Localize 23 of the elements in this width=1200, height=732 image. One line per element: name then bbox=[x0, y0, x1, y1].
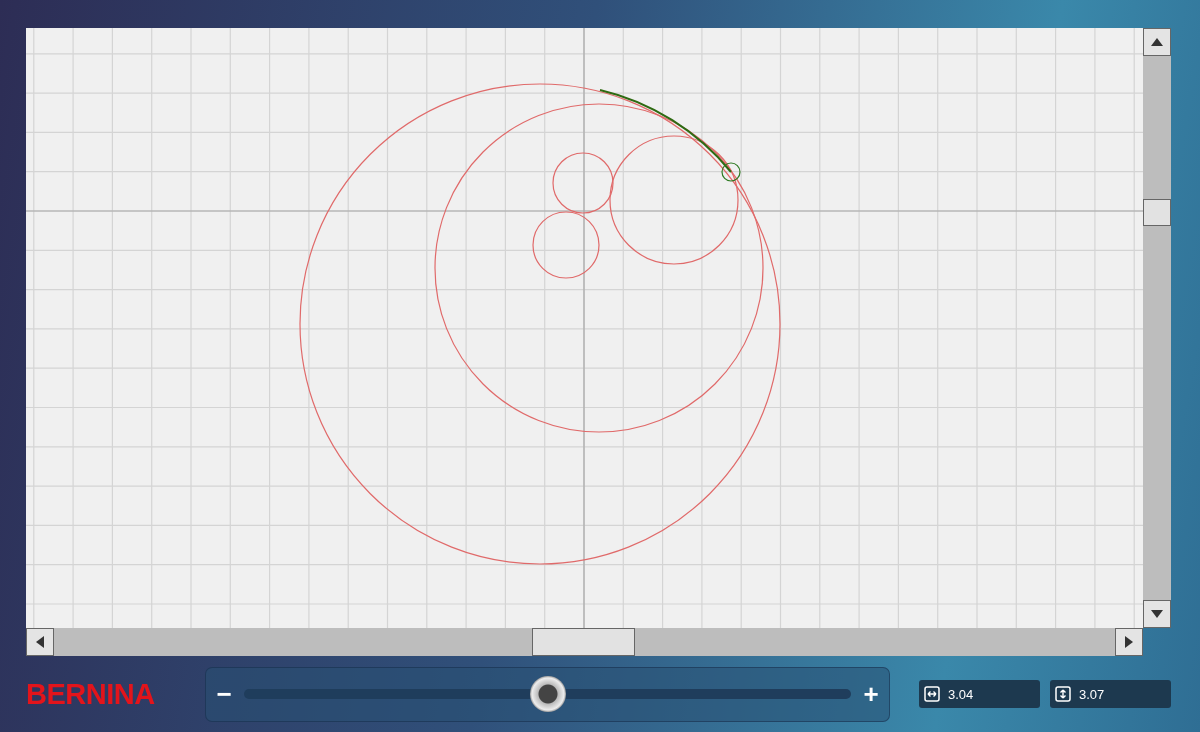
scroll-left-button[interactable] bbox=[26, 628, 54, 656]
dimension-field[interactable]: 3.07 bbox=[1050, 680, 1171, 708]
scroll-thumb[interactable] bbox=[532, 628, 635, 656]
up-arrow-icon bbox=[1151, 38, 1163, 46]
right-arrow-icon bbox=[1125, 636, 1133, 648]
horizontal-scrollbar[interactable] bbox=[26, 628, 1143, 656]
left-arrow-icon bbox=[36, 636, 44, 648]
brand-logo: BERNINA bbox=[26, 677, 156, 711]
zoom-in-button[interactable]: + bbox=[859, 678, 883, 710]
scroll-up-button[interactable] bbox=[1143, 28, 1171, 56]
slider-thumb[interactable] bbox=[529, 676, 566, 712]
needle-marker bbox=[721, 162, 741, 182]
dimension-value: 3.07 bbox=[1079, 686, 1105, 702]
scroll-thumb[interactable] bbox=[1143, 199, 1171, 226]
height-arrows-icon bbox=[1055, 686, 1071, 702]
scroll-down-button[interactable] bbox=[1143, 600, 1171, 628]
scroll-right-button[interactable] bbox=[1115, 628, 1143, 656]
dimension-field[interactable]: 3.04 bbox=[919, 680, 1040, 708]
dimension-value: 3.04 bbox=[948, 686, 974, 702]
vertical-scrollbar[interactable] bbox=[1143, 28, 1171, 628]
width-arrows-icon bbox=[924, 686, 940, 702]
down-arrow-icon bbox=[1151, 610, 1163, 618]
zoom-out-button[interactable]: − bbox=[212, 678, 236, 710]
